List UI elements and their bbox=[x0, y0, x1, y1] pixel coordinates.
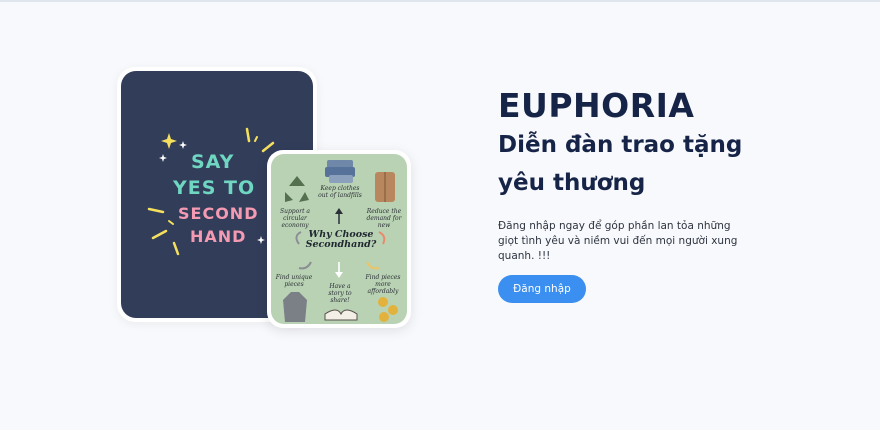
coat-icon bbox=[375, 172, 395, 202]
infographic-label: Reduce the demand for new bbox=[366, 208, 402, 229]
brand-title: EUPHORIA bbox=[498, 86, 695, 125]
recycle-icon bbox=[285, 176, 309, 202]
jacket-icon bbox=[283, 292, 307, 322]
top-border bbox=[0, 0, 880, 2]
login-button[interactable]: Đăng nhập bbox=[498, 275, 586, 303]
coins-icon bbox=[378, 297, 398, 322]
infographic-background: Keep clothes out of landfills Reduce the… bbox=[271, 154, 407, 324]
infographic-label: Find pieces more affordably bbox=[365, 274, 401, 295]
book-icon bbox=[324, 309, 358, 321]
infographic-label: Find unique pieces bbox=[275, 274, 313, 288]
infographic-label: Have a story to share! bbox=[328, 283, 352, 304]
hero-description: Đăng nhập ngay để góp phần lan tỏa những… bbox=[498, 220, 738, 262]
folded-clothes-icon bbox=[325, 160, 355, 183]
infographic-title: Why Choose Secondhand? bbox=[305, 229, 377, 250]
infographic-label: Keep clothes out of landfills bbox=[318, 185, 362, 199]
hero-subtitle: Diễn đàn trao tặng yêu thương bbox=[498, 132, 743, 196]
infographic-label: Support a circular economy bbox=[279, 208, 311, 229]
why-secondhand-infographic: Keep clothes out of landfills Reduce the… bbox=[267, 150, 411, 328]
